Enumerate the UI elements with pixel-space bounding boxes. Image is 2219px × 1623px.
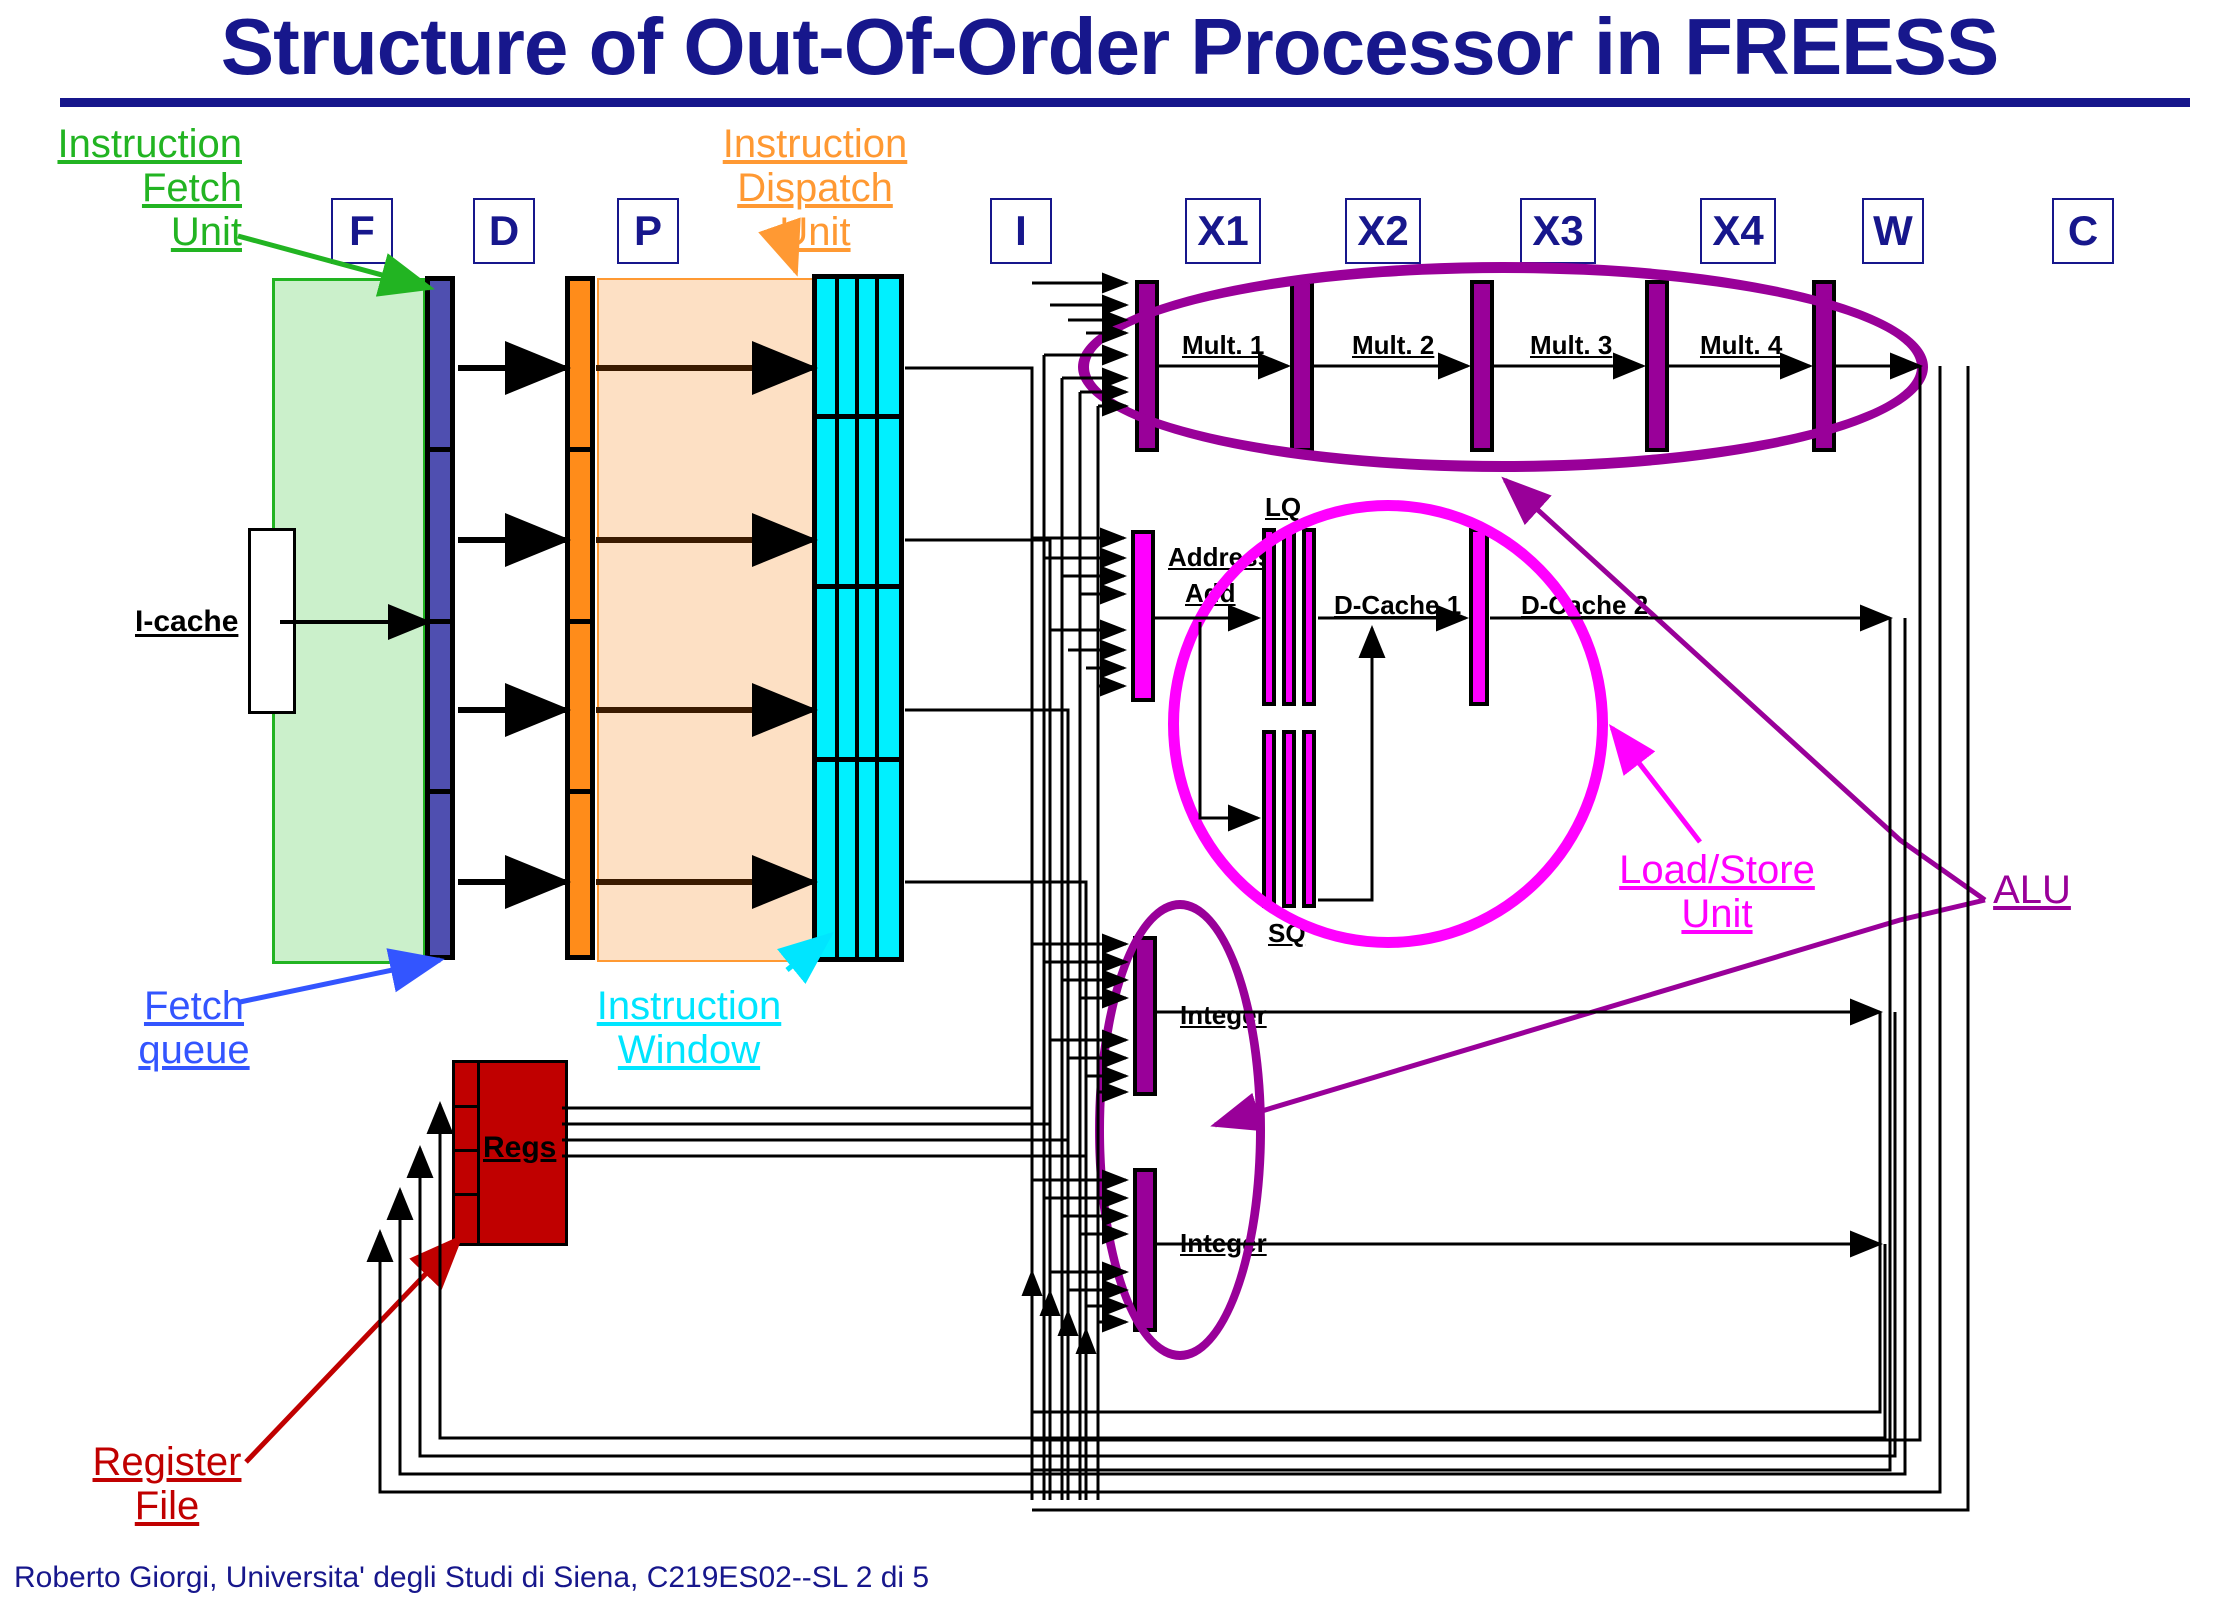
callout-alu: ALU [1972,868,2092,912]
addr-add-latch [1131,530,1155,702]
stage-box-f: F [331,198,393,264]
stage-box-d: D [473,198,535,264]
callout-instruction-dispatch-unit: Instruction Dispatch Unit [700,122,930,254]
stage-box-i: I [990,198,1052,264]
icache-label: I-cache [135,600,238,644]
stage-box-x4: X4 [1700,198,1776,264]
callout-register-file: Register File [72,1440,262,1528]
title-underline-rule [60,98,2190,107]
icache-block [248,528,296,714]
callout-line: Instruction [722,122,908,166]
callout-line: Dispatch [737,166,893,210]
regs-label: Regs [483,1131,557,1164]
callout-instruction-fetch-unit: Instruction Fetch Unit [22,122,242,254]
callout-fetch-queue: Fetch queue [104,984,284,1072]
stage-box-x1: X1 [1185,198,1261,264]
callout-line: Unit [170,210,242,254]
stage-box-x3: X3 [1520,198,1596,264]
load-store-group-ellipse [1168,500,1608,948]
multiplier-group-ellipse [1078,262,1928,472]
instruction-dispatch-unit-block [597,278,816,962]
alu-group-ellipse [1095,900,1265,1360]
callout-line: Instruction [596,984,782,1028]
callout-line: Load/Store [1619,848,1815,892]
callout-load-store-unit: Load/Store Unit [1602,848,1832,936]
callout-line: Unit [1681,892,1753,936]
slide-footer: Roberto Giorgi, Universita' degli Studi … [14,1561,930,1594]
callout-line: Fetch [141,166,242,210]
fetch-queue-latch-column [425,276,455,960]
stage-box-c: C [2052,198,2114,264]
stage-box-p: P [617,198,679,264]
lq-label: LQ [1265,492,1302,522]
callout-line: Fetch [143,984,245,1028]
register-file-block: Regs [452,1060,568,1246]
callout-line: File [134,1484,200,1528]
dispatch-latch-column [565,276,595,960]
callout-line: Instruction [57,122,242,166]
callout-instruction-window: Instruction Window [574,984,804,1072]
stage-box-x2: X2 [1345,198,1421,264]
stage-box-w: W [1862,198,1924,264]
callout-line: Register [92,1440,242,1484]
callout-line: Window [617,1028,761,1072]
callout-line: queue [138,1028,250,1072]
callout-line: ALU [1993,868,2071,912]
icache-label-text: I-cache [135,605,239,638]
page-title: Structure of Out-Of-Order Processor in F… [220,2,2000,91]
instruction-window-block [812,274,904,962]
callout-line: Unit [779,210,851,254]
